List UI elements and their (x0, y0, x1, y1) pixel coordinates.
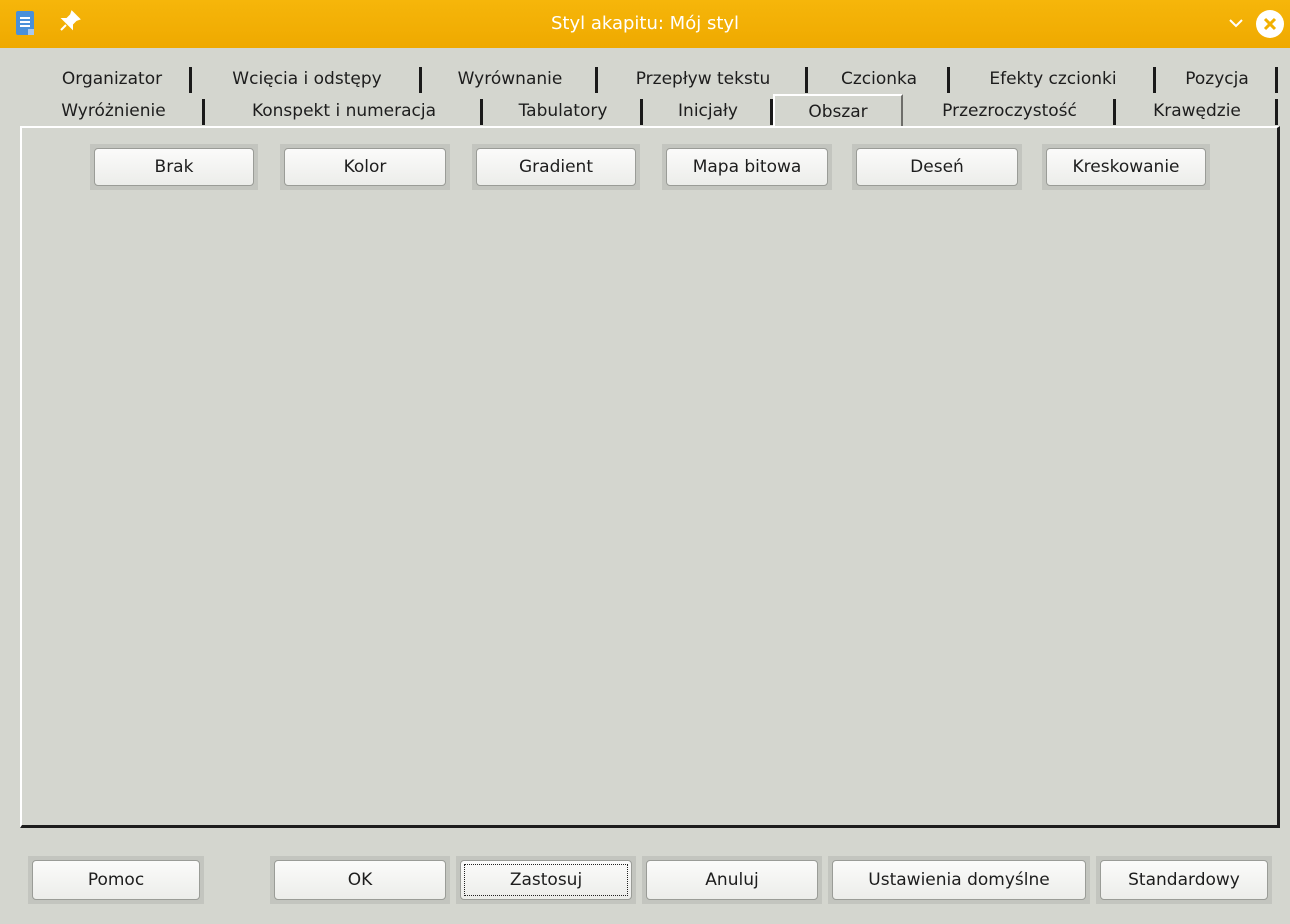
gradient-button-frame: Gradient (472, 144, 640, 190)
tab-konspekt-i-numeracja[interactable]: Konspekt i numeracja (205, 96, 483, 126)
kolor-button-frame: Kolor (280, 144, 450, 190)
cancel-button[interactable]: Anuluj (646, 860, 818, 900)
tab-label: Konspekt i numeracja (251, 101, 437, 121)
reset-defaults-button[interactable]: Ustawienia domyślne (832, 860, 1086, 900)
help-button[interactable]: Pomoc (32, 860, 200, 900)
desen-button[interactable]: Deseń (856, 148, 1018, 186)
apply-button[interactable]: Zastosuj (460, 860, 632, 900)
kreskowanie-button-frame: Kreskowanie (1042, 144, 1210, 190)
tab-label: Przepływ tekstu (635, 69, 771, 89)
ok-button[interactable]: OK (274, 860, 446, 900)
kolor-button[interactable]: Kolor (284, 148, 446, 186)
area-panel: Brak Kolor Gradient Mapa bitowa Deseń Kr… (20, 126, 1280, 828)
brak-button-frame: Brak (90, 144, 258, 190)
window-title: Styl akapitu: Mój styl (550, 13, 740, 34)
tab-tabulatory[interactable]: Tabulatory (483, 96, 643, 126)
tab-label: Organizator (61, 69, 163, 89)
tab-przezroczystosc[interactable]: Przezroczystość (903, 96, 1116, 126)
tab-efekty-czcionki[interactable]: Efekty czcionki (950, 64, 1156, 94)
tab-wciecia-i-odstepy[interactable]: Wcięcia i odstępy (192, 64, 422, 94)
tab-przeplyw-tekstu[interactable]: Przepływ tekstu (598, 64, 808, 94)
tab-label: Pozycja (1185, 69, 1249, 89)
brak-button[interactable]: Brak (94, 148, 254, 186)
tab-obszar[interactable]: Obszar (773, 94, 903, 126)
standard-button[interactable]: Standardowy (1100, 860, 1268, 900)
tab-organizator[interactable]: Organizator (32, 64, 192, 94)
tab-label: Wyróżnienie (61, 101, 166, 121)
gradient-button[interactable]: Gradient (476, 148, 636, 186)
tab-krawedzie[interactable]: Krawędzie (1116, 96, 1278, 126)
help-button-frame: Pomoc (28, 856, 204, 904)
tab-label: Krawędzie (1153, 101, 1241, 121)
tab-label: Efekty czcionki (989, 69, 1117, 89)
apply-button-frame: Zastosuj (456, 856, 636, 904)
mapa-bitowa-button-frame: Mapa bitowa (662, 144, 832, 190)
kreskowanie-button[interactable]: Kreskowanie (1046, 148, 1206, 186)
tab-label: Przezroczystość (942, 101, 1077, 121)
tab-czcionka[interactable]: Czcionka (808, 64, 950, 94)
tab-label: Czcionka (840, 69, 917, 89)
close-icon[interactable] (1256, 10, 1284, 38)
title-bar: Styl akapitu: Mój styl (0, 0, 1290, 48)
cancel-button-frame: Anuluj (642, 856, 822, 904)
chevron-down-icon[interactable] (1227, 14, 1245, 32)
tab-label: Tabulatory (518, 101, 608, 121)
tab-label: Wcięcia i odstępy (232, 69, 382, 89)
tab-label: Wyrównanie (457, 69, 563, 89)
standard-button-frame: Standardowy (1096, 856, 1272, 904)
tab-inicjaly[interactable]: Inicjały (643, 96, 773, 126)
mapa-bitowa-button[interactable]: Mapa bitowa (666, 148, 828, 186)
tab-label: Inicjały (678, 101, 738, 121)
tab-label: Obszar (808, 102, 868, 122)
tab-wyroznienie[interactable]: Wyróżnienie (22, 96, 205, 126)
tab-pozycja[interactable]: Pozycja (1156, 64, 1278, 94)
tab-wyrownanie[interactable]: Wyrównanie (422, 64, 598, 94)
desen-button-frame: Deseń (852, 144, 1022, 190)
defaults-button-frame: Ustawienia domyślne (828, 856, 1090, 904)
ok-button-frame: OK (270, 856, 450, 904)
